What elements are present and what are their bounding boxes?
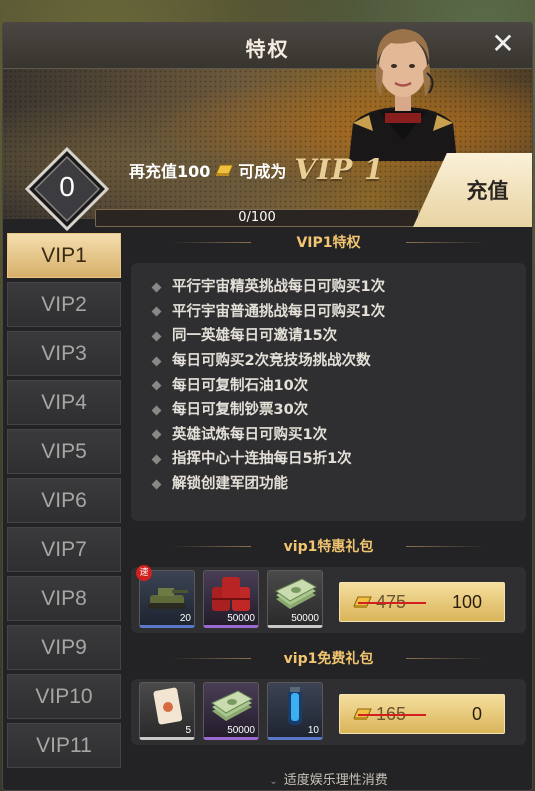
privilege-item: 指挥中心十连抽每日5折1次 (151, 447, 526, 472)
item-count: 5 (185, 725, 191, 736)
recharge-button-label: 充值 (466, 179, 509, 203)
privilege-item: 英雄试炼每日可购买1次 (151, 423, 526, 448)
bullet-diamond-icon (151, 405, 162, 416)
reward-item-slot[interactable]: 50000 (267, 570, 323, 628)
bullet-diamond-icon (151, 331, 162, 342)
progress-text: 0/100 (238, 210, 276, 225)
free-claim-button[interactable]: 165 0 (339, 694, 505, 734)
vip-tab-vip1[interactable]: VIP1 (7, 233, 121, 278)
privilege-item: 同一英雄每日可邀请15次 (151, 324, 526, 349)
item-count: 50000 (291, 613, 319, 624)
vip-tab-vip4[interactable]: VIP4 (7, 380, 121, 425)
privilege-text: 同一英雄每日可邀请15次 (172, 328, 338, 345)
privilege-item: 平行宇宙普通挑战每日可购买1次 (151, 300, 526, 325)
vip-tab-vip6[interactable]: VIP6 (7, 478, 121, 523)
privilege-item: 解锁创建军团功能 (151, 472, 526, 497)
cash-stack-icon (272, 575, 318, 615)
discount-pack: 20 速 50000 50000 475 100 (131, 565, 526, 633)
bullet-diamond-icon (151, 380, 162, 391)
privilege-text: 每日可购买2次竞技场挑战次数 (172, 353, 371, 370)
free-pack-title: vip1免费礼包 (131, 649, 526, 669)
sale-price: 100 (451, 591, 482, 612)
privilege-item: 平行宇宙精英挑战每日可购买1次 (151, 275, 526, 300)
vip-tab-vip7[interactable]: VIP7 (7, 527, 121, 572)
reward-item-slot[interactable]: 5 (139, 682, 195, 740)
gold-bar-icon (215, 164, 235, 176)
vip-tab-vip9[interactable]: VIP9 (7, 625, 121, 670)
bullet-diamond-icon (151, 454, 162, 465)
target-vip-label: VIP 1 (294, 153, 385, 186)
original-price: 165 (357, 703, 427, 724)
privilege-text: 英雄试炼每日可购买1次 (172, 426, 328, 443)
oil-barrels-icon (208, 575, 254, 615)
recharge-hint: 再充值100 可成为 VIP 1 (129, 153, 385, 186)
privilege-title: VIP1特权 (131, 233, 526, 253)
vip-tab-vip2[interactable]: VIP2 (7, 282, 121, 327)
reward-item-slot[interactable]: 50000 (203, 570, 259, 628)
chevron-down-icon: ⌄ (269, 776, 278, 787)
reward-item-slot[interactable]: 50000 (203, 682, 259, 740)
privilege-item: 每日可购买2次竞技场挑战次数 (151, 349, 526, 374)
privilege-list: 平行宇宙精英挑战每日可购买1次 平行宇宙普通挑战每日可购买1次 同一英雄每日可邀请1… (131, 263, 526, 521)
item-count: 50000 (227, 725, 255, 736)
vip-progress-bar: 0/100 (95, 209, 419, 227)
footer-note: ⌄ 适度娱乐理性消费 (131, 770, 526, 790)
bullet-diamond-icon (151, 479, 162, 489)
recharge-prefix: 再充值100 (129, 161, 211, 181)
original-price: 475 (357, 591, 427, 612)
vip-tab-vip3[interactable]: VIP3 (7, 331, 121, 376)
commander-portrait (349, 29, 457, 161)
vip-tab-vip10[interactable]: VIP10 (7, 674, 121, 719)
discount-pack-title: vip1特惠礼包 (131, 537, 526, 557)
bullet-diamond-icon (151, 429, 162, 440)
bullet-diamond-icon (151, 356, 162, 367)
tank-icon (144, 575, 190, 615)
vip-tab-list: VIP1 VIP2 VIP3 VIP4 VIP5 VIP6 VIP7 VIP8 VIP9 VIP1… (7, 233, 125, 790)
reward-item-slot[interactable]: 20 速 (136, 565, 195, 628)
privilege-text: 指挥中心十连抽每日5折1次 (172, 451, 352, 468)
energy-capsule-icon (272, 687, 318, 727)
bullet-diamond-icon (151, 282, 162, 293)
privilege-dialog: 特权 ✕ 0 再充值100 可成为 VIP 1 0/100 充值 VIP1 VI… (2, 22, 533, 791)
close-button[interactable]: ✕ (486, 27, 520, 61)
reward-item-slot[interactable]: 10 (267, 682, 323, 740)
privilege-text: 每日可复制钞票30次 (172, 402, 309, 419)
sale-price: 0 (471, 703, 482, 724)
recharge-suffix: 可成为 (238, 161, 287, 181)
free-pack: 5 50000 10 165 0 (131, 679, 526, 745)
privilege-text: 每日可复制石油10次 (172, 377, 309, 394)
vip-detail: VIP1特权 平行宇宙精英挑战每日可购买1次 平行宇宙普通挑战每日可购买1次 同一英… (131, 233, 526, 790)
card-envelope-icon (144, 687, 190, 727)
close-icon: ✕ (491, 27, 515, 60)
privilege-text: 平行宇宙精英挑战每日可购买1次 (172, 279, 386, 296)
speed-badge: 速 (136, 565, 152, 581)
privilege-item: 每日可复制石油10次 (151, 373, 526, 398)
vip-tab-vip8[interactable]: VIP8 (7, 576, 121, 621)
item-count: 50000 (227, 613, 255, 624)
privilege-text: 平行宇宙普通挑战每日可购买1次 (172, 303, 386, 320)
discount-buy-button[interactable]: 475 100 (339, 582, 505, 622)
cash-stack-icon (208, 687, 254, 727)
vip-tab-vip5[interactable]: VIP5 (7, 429, 121, 474)
bullet-diamond-icon (151, 306, 162, 317)
vip-level-number: 0 (59, 171, 75, 202)
item-count: 20 (179, 613, 191, 624)
privilege-item: 每日可复制钞票30次 (151, 398, 526, 423)
privilege-text: 解锁创建军团功能 (172, 476, 288, 493)
footer-note-text: 适度娱乐理性消费 (283, 773, 388, 788)
vip-tab-vip11[interactable]: VIP11 (7, 723, 121, 768)
item-count: 10 (307, 725, 319, 736)
